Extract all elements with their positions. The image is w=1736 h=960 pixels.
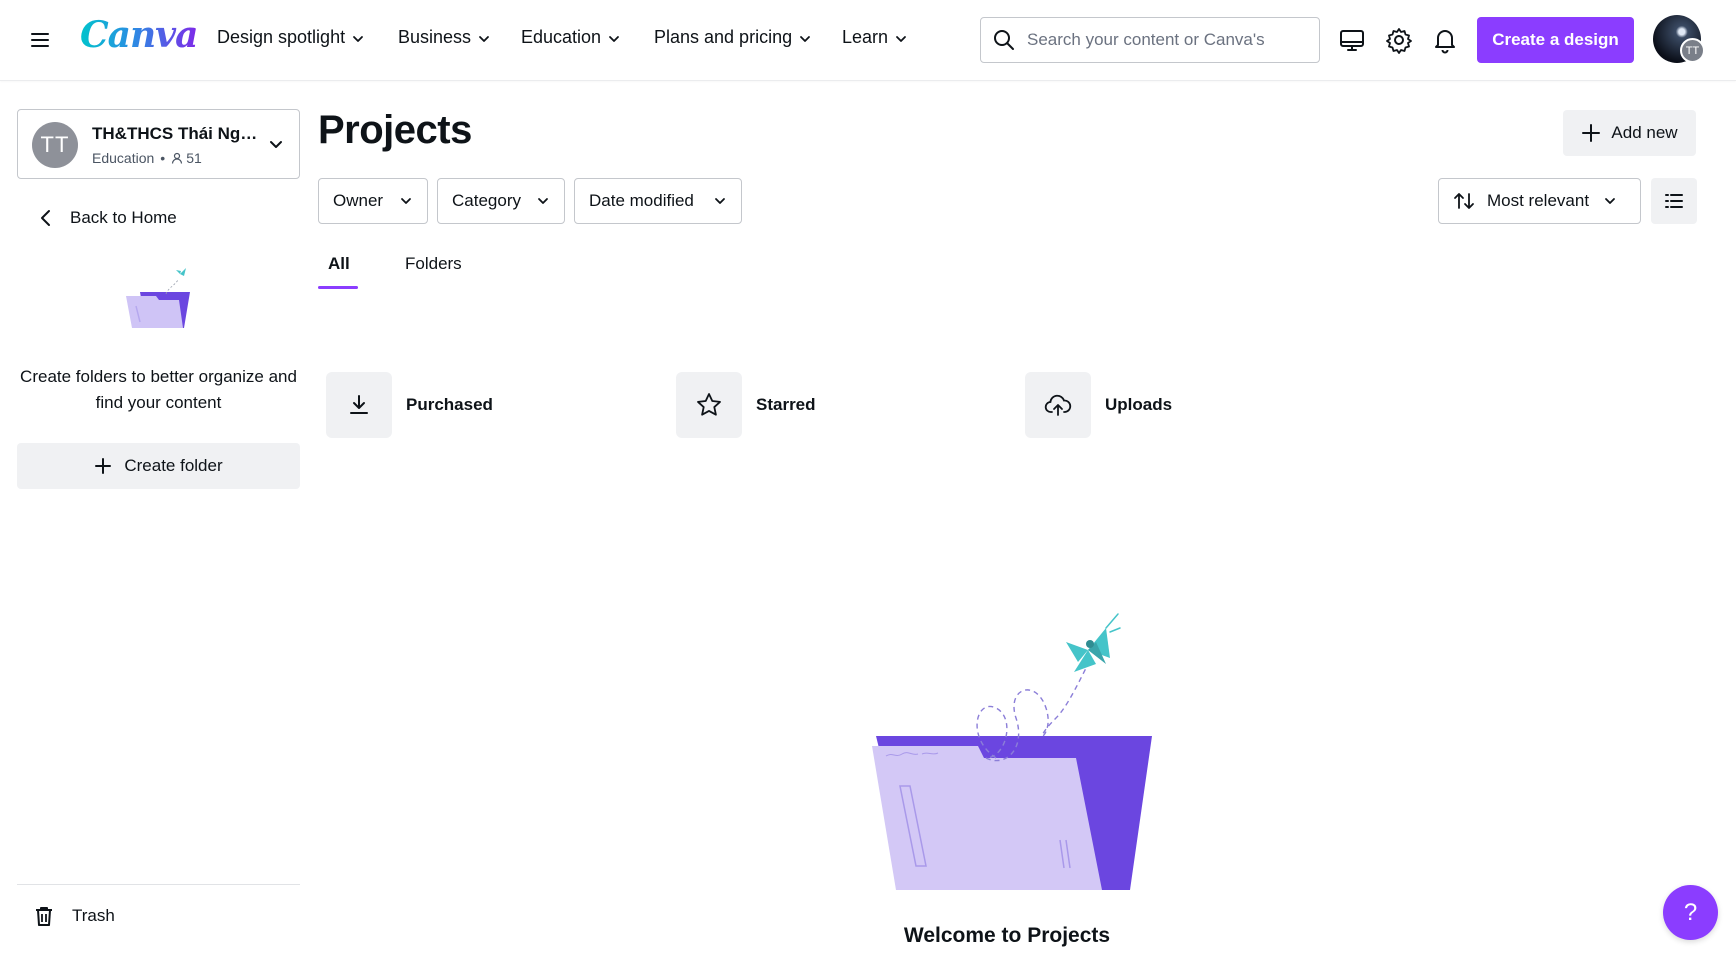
- chevron-down-icon: [401, 198, 411, 204]
- nav-learn[interactable]: Learn: [842, 27, 908, 48]
- separator-dot: •: [160, 150, 166, 166]
- sort-dropdown[interactable]: Most relevant: [1438, 178, 1641, 224]
- nav-label: Education: [521, 27, 602, 47]
- quick-access-label: Purchased: [406, 395, 493, 414]
- nav-label: Learn: [842, 27, 889, 47]
- page-title: Projects: [318, 108, 472, 152]
- add-new-label: Add new: [1611, 123, 1678, 142]
- team-avatar: TT: [32, 122, 78, 168]
- create-folder-label: Create folder: [124, 456, 223, 475]
- nav-business[interactable]: Business: [398, 27, 491, 48]
- plus-icon: [1582, 124, 1601, 142]
- nav-label: Design spotlight: [217, 27, 346, 47]
- folder-illustration-large: [872, 613, 1152, 890]
- create-folder-button[interactable]: Create folder: [17, 443, 300, 489]
- quick-access-label: Starred: [756, 395, 816, 414]
- nav-label: Plans and pricing: [654, 27, 793, 47]
- chevron-down-icon: [896, 35, 906, 42]
- list-view-toggle[interactable]: [1651, 178, 1697, 224]
- search-input[interactable]: [1027, 30, 1307, 50]
- chevron-down-icon: [609, 35, 619, 42]
- team-meta: Education • 51: [92, 150, 202, 166]
- quick-access-icon-box: [326, 372, 392, 438]
- chevron-down-icon: [479, 35, 489, 42]
- active-tab-indicator: [318, 286, 358, 289]
- quick-access-icon-box: [676, 372, 742, 438]
- canva-logo[interactable]: Canva: [80, 14, 198, 56]
- download-icon: [350, 395, 368, 414]
- gear-icon[interactable]: [1385, 26, 1413, 54]
- back-to-home-link[interactable]: Back to Home: [38, 208, 177, 228]
- nav-design-spotlight[interactable]: Design spotlight: [217, 27, 365, 48]
- search-box[interactable]: [980, 17, 1320, 63]
- quick-access-icon-box: [1025, 372, 1091, 438]
- sidebar-divider: [17, 884, 300, 885]
- star-icon: [697, 393, 721, 416]
- desktop-icon[interactable]: [1338, 26, 1366, 54]
- bell-icon[interactable]: [1431, 26, 1459, 54]
- trash-label: Trash: [72, 906, 115, 925]
- welcome-title: Welcome to Projects: [903, 924, 1111, 947]
- nav-plans-and-pricing[interactable]: Plans and pricing: [654, 27, 812, 48]
- team-type: Education: [92, 150, 155, 166]
- chevron-down-icon: [1605, 198, 1615, 204]
- avatar-badge: TT: [1680, 38, 1705, 63]
- chevron-down-icon: [715, 198, 725, 204]
- folder-illustration-small: [126, 268, 190, 328]
- chevron-left-icon: [41, 210, 50, 226]
- cloud-upload-icon: [1044, 394, 1072, 416]
- create-design-button[interactable]: Create a design: [1477, 17, 1634, 63]
- nav-education[interactable]: Education: [521, 27, 621, 48]
- add-new-button[interactable]: Add new: [1563, 110, 1696, 156]
- quick-access-purchased[interactable]: Purchased: [326, 372, 493, 438]
- menu-icon[interactable]: [28, 28, 52, 52]
- nav-label: Business: [398, 27, 472, 47]
- quick-access-label: Uploads: [1105, 395, 1173, 414]
- team-members-count: 51: [186, 150, 202, 166]
- quick-access-starred[interactable]: Starred: [676, 372, 816, 438]
- chevron-down-icon: [270, 141, 282, 148]
- search-icon: [994, 30, 1014, 50]
- filter-label: Category: [452, 191, 521, 210]
- team-name: TH&THCS Thái Nguyên: [92, 124, 262, 143]
- sort-label: Most relevant: [1487, 191, 1590, 210]
- top-bar: Canva Design spotlight Business Educatio…: [0, 0, 1736, 81]
- tab-all[interactable]: All: [328, 254, 350, 274]
- sort-icon: [1454, 193, 1474, 209]
- chevron-down-icon: [353, 35, 363, 42]
- date-modified-filter[interactable]: Date modified: [574, 178, 742, 224]
- chevron-down-icon: [800, 35, 810, 42]
- back-label: Back to Home: [70, 208, 177, 227]
- category-filter[interactable]: Category: [437, 178, 565, 224]
- create-folders-promo: Create folders to better organize and fi…: [20, 367, 297, 412]
- owner-filter[interactable]: Owner: [318, 178, 428, 224]
- quick-access-uploads[interactable]: Uploads: [1025, 372, 1172, 438]
- plus-icon: [95, 458, 112, 474]
- person-icon: [172, 152, 183, 164]
- team-switcher[interactable]: TT TH&THCS Thái Nguyên Education • 51: [17, 109, 300, 179]
- chevron-down-icon: [538, 198, 548, 204]
- list-icon: [1665, 194, 1683, 208]
- filter-label: Date modified: [589, 191, 694, 210]
- filter-label: Owner: [333, 191, 384, 210]
- tab-folders[interactable]: Folders: [405, 254, 462, 274]
- help-button[interactable]: ?: [1663, 885, 1718, 940]
